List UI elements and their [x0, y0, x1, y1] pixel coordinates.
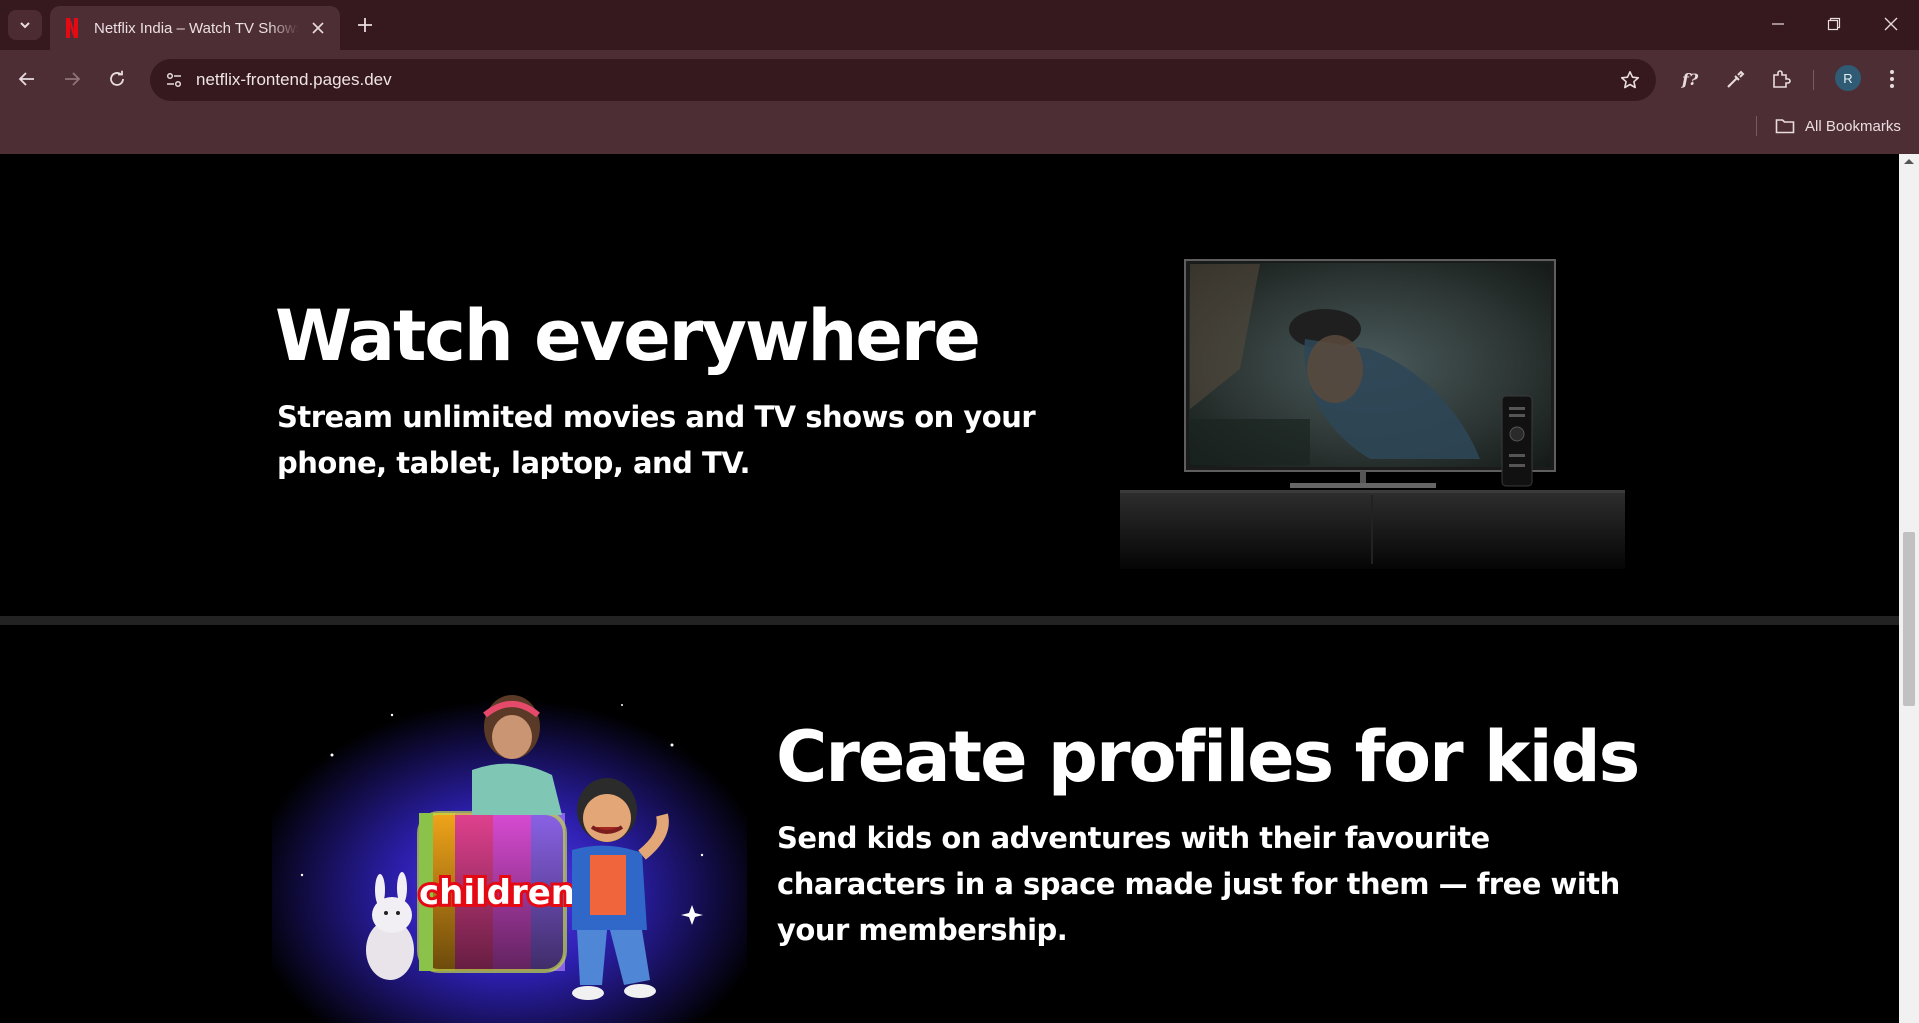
- puzzle-icon: [1773, 70, 1791, 88]
- all-bookmarks-button[interactable]: All Bookmarks: [1775, 113, 1901, 139]
- bookmarks-separator: [1756, 116, 1757, 136]
- svg-text:f?: f?: [1681, 70, 1699, 89]
- close-tab-icon[interactable]: [308, 18, 328, 38]
- chevron-down-icon: [20, 22, 30, 29]
- children-logo-text: children: [419, 873, 575, 913]
- reload-button[interactable]: [101, 63, 133, 95]
- close-window-button[interactable]: [1871, 8, 1911, 40]
- folder-icon: [1775, 119, 1795, 134]
- tune-icon: [166, 72, 182, 88]
- kebab-menu-icon: [1890, 70, 1894, 88]
- profile-avatar[interactable]: R: [1835, 65, 1861, 91]
- feature-heading: Create profiles for kids: [776, 716, 1640, 798]
- section-divider: [0, 616, 1899, 625]
- font-extension-button[interactable]: f?: [1675, 63, 1707, 95]
- browser-menu-button[interactable]: [1876, 63, 1908, 95]
- plus-icon: [358, 18, 372, 32]
- scroll-up-arrow-icon[interactable]: [1903, 156, 1915, 166]
- arrow-right-icon: [65, 72, 81, 86]
- tab-search-button[interactable]: [8, 10, 42, 40]
- feature-text: Send kids on adventures with their favou…: [777, 821, 1620, 947]
- netflix-logo-icon: [66, 18, 78, 38]
- eyedropper-icon: [1727, 70, 1745, 88]
- extensions-button[interactable]: [1765, 63, 1797, 95]
- page-scrollbar[interactable]: [1899, 154, 1919, 1023]
- font-question-icon: f?: [1681, 70, 1699, 89]
- feature-heading: Watch everywhere: [275, 295, 981, 377]
- site-info-button[interactable]: [160, 66, 188, 94]
- star-icon: [1620, 71, 1640, 89]
- tv-image: [1120, 259, 1625, 569]
- active-tab[interactable]: Netflix India – Watch TV Shows Online: [50, 6, 340, 50]
- bookmark-star-button[interactable]: [1618, 68, 1642, 92]
- minimize-button[interactable]: [1758, 8, 1798, 40]
- reload-icon: [110, 70, 124, 86]
- eyedropper-extension-button[interactable]: [1720, 63, 1752, 95]
- forward-button[interactable]: [56, 63, 88, 95]
- feature-kids-profiles: children Create profiles for kids Send k…: [0, 625, 1899, 1023]
- all-bookmarks-label: All Bookmarks: [1805, 117, 1901, 135]
- feature-watch-everywhere: Watch everywhere Stream unlimited movies…: [0, 154, 1899, 616]
- restore-button[interactable]: [1814, 8, 1854, 40]
- browser-toolbar: netflix-frontend.pages.dev f? R All Book…: [0, 50, 1919, 158]
- close-icon: [1884, 17, 1898, 31]
- url-text: netflix-frontend.pages.dev: [196, 70, 392, 89]
- back-button[interactable]: [11, 63, 43, 95]
- scrollbar-thumb[interactable]: [1903, 532, 1915, 706]
- minimize-icon: [1772, 23, 1784, 25]
- address-bar[interactable]: netflix-frontend.pages.dev: [150, 59, 1656, 101]
- arrow-left-icon: [18, 72, 34, 86]
- tab-title: Netflix India – Watch TV Shows Online: [94, 19, 299, 37]
- new-tab-button[interactable]: [352, 12, 378, 38]
- page-viewport: Watch everywhere Stream unlimited movies…: [0, 154, 1899, 1023]
- kids-profile-image: children: [272, 675, 747, 1023]
- toolbar-separator: [1813, 70, 1814, 90]
- feature-text: Stream unlimited movies and TV shows on …: [277, 400, 1036, 480]
- tab-strip: Netflix India – Watch TV Shows Online: [0, 0, 1919, 50]
- restore-icon: [1827, 17, 1841, 31]
